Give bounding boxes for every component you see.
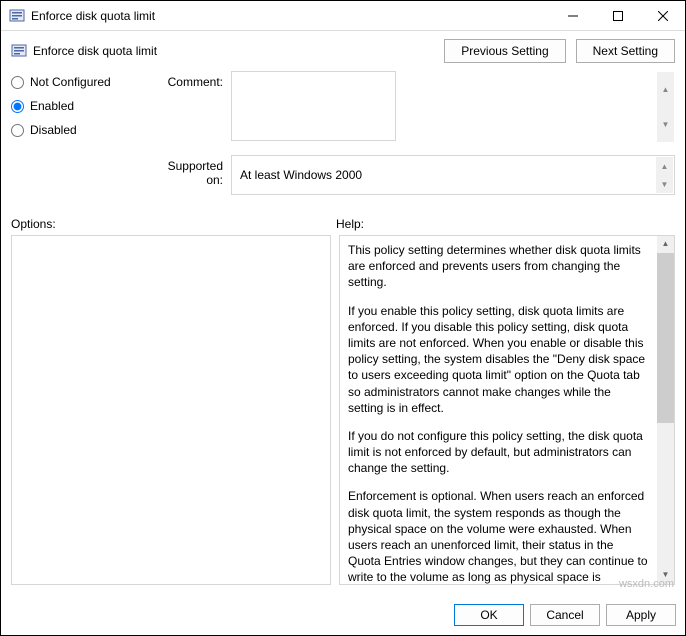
apply-button[interactable]: Apply xyxy=(606,604,676,626)
help-scrollbar-thumb[interactable] xyxy=(657,253,674,423)
radio-enabled-input[interactable] xyxy=(11,100,24,113)
supported-scroll-down[interactable]: ▼ xyxy=(656,175,673,193)
window-controls xyxy=(550,1,685,30)
ok-button[interactable]: OK xyxy=(454,604,524,626)
supported-label: Supported on: xyxy=(156,155,231,187)
panel-labels: Options: Help: xyxy=(1,213,685,235)
comment-input[interactable] xyxy=(231,71,396,141)
help-scroll-up-icon[interactable]: ▲ xyxy=(657,236,674,253)
radio-disabled[interactable]: Disabled xyxy=(11,123,156,137)
help-scrollbar[interactable]: ▲ ▼ xyxy=(657,236,674,584)
supported-value: At least Windows 2000 xyxy=(240,168,362,182)
help-content: This policy setting determines whether d… xyxy=(348,242,666,585)
minimize-button[interactable] xyxy=(550,1,595,30)
watermark: wsxdn.com xyxy=(619,578,674,590)
policy-header-icon xyxy=(11,43,27,59)
previous-setting-button[interactable]: Previous Setting xyxy=(444,39,565,63)
titlebar: Enforce disk quota limit xyxy=(1,1,685,31)
supported-scroll-up[interactable]: ▲ xyxy=(656,157,673,175)
radio-disabled-label: Disabled xyxy=(30,123,77,137)
close-icon xyxy=(658,11,668,21)
footer: OK Cancel Apply xyxy=(0,594,686,636)
options-panel xyxy=(11,235,331,585)
help-paragraph-3: If you do not configure this policy sett… xyxy=(348,428,649,477)
header-row: Enforce disk quota limit Previous Settin… xyxy=(1,31,685,71)
next-setting-button[interactable]: Next Setting xyxy=(576,39,675,63)
help-paragraph-4: Enforcement is optional. When users reac… xyxy=(348,488,649,585)
help-label: Help: xyxy=(336,217,364,231)
comment-scroll-down[interactable]: ▼ xyxy=(657,107,674,142)
comment-scroll-up[interactable]: ▲ xyxy=(657,72,674,107)
policy-icon xyxy=(9,8,25,24)
radio-group: Not Configured Enabled Disabled xyxy=(11,71,156,147)
supported-field: At least Windows 2000 ▲ ▼ xyxy=(231,155,675,195)
policy-name: Enforce disk quota limit xyxy=(33,44,157,58)
radio-enabled[interactable]: Enabled xyxy=(11,99,156,113)
radio-not-configured[interactable]: Not Configured xyxy=(11,75,156,89)
cancel-button[interactable]: Cancel xyxy=(530,604,600,626)
radio-enabled-label: Enabled xyxy=(30,99,74,113)
panels: This policy setting determines whether d… xyxy=(1,235,685,585)
window-title: Enforce disk quota limit xyxy=(31,9,550,23)
help-paragraph-2: If you enable this policy setting, disk … xyxy=(348,303,649,416)
minimize-icon xyxy=(568,11,578,21)
config-area: Not Configured Enabled Disabled Comment:… xyxy=(1,71,685,213)
comment-label: Comment: xyxy=(156,71,231,89)
maximize-button[interactable] xyxy=(595,1,640,30)
help-paragraph-1: This policy setting determines whether d… xyxy=(348,242,649,291)
options-label: Options: xyxy=(11,217,336,231)
help-panel[interactable]: This policy setting determines whether d… xyxy=(339,235,675,585)
radio-disabled-input[interactable] xyxy=(11,124,24,137)
maximize-icon xyxy=(613,11,623,21)
close-button[interactable] xyxy=(640,1,685,30)
radio-not-configured-label: Not Configured xyxy=(30,75,111,89)
radio-not-configured-input[interactable] xyxy=(11,76,24,89)
